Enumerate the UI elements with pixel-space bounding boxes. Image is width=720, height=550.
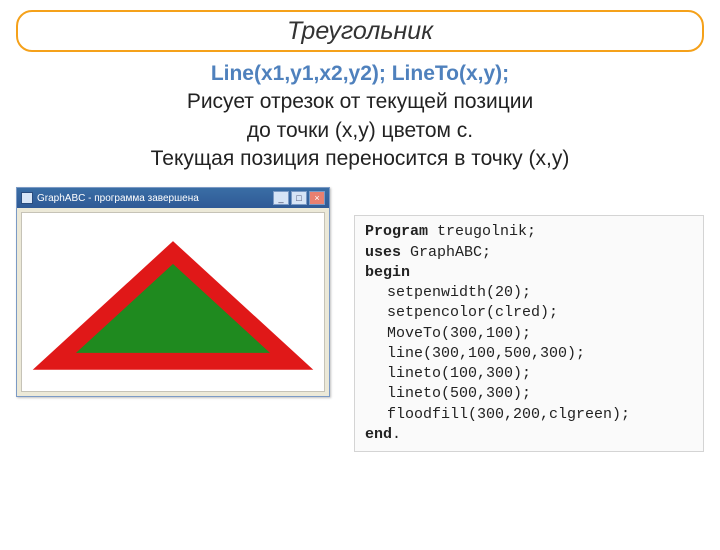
code-listing: Program treugolnik; uses GraphABC; begin… [354,215,704,452]
panels-row: GraphABC - программа завершена _ □ × Pro… [0,187,720,452]
graphabc-window: GraphABC - программа завершена _ □ × [16,187,330,397]
slide-title: Треугольник [287,17,433,46]
minimize-button[interactable]: _ [273,191,289,205]
app-icon [21,192,33,204]
kw-program: Program [365,223,428,240]
code-l9: lineto(500,300); [387,385,531,402]
kw-uses: uses [365,244,401,261]
code-l1b: treugolnik; [428,223,536,240]
slide-title-frame: Треугольник [16,10,704,52]
command-signature: Line(x1,y1,x2,y2); LineTo(x,y); [211,62,509,85]
kw-begin: begin [365,264,410,281]
triangle-drawing [22,213,324,391]
close-button[interactable]: × [309,191,325,205]
code-l2b: GraphABC; [401,244,491,261]
code-l8: lineto(100,300); [387,365,531,382]
window-titlebar: GraphABC - программа завершена _ □ × [17,188,329,208]
desc-line-3: Текущая позиция переносится в точку (x,y… [151,147,570,170]
kw-end: end [365,426,392,443]
window-title: GraphABC - программа завершена [37,193,269,204]
code-l11b: . [392,426,401,443]
triangle-shape [54,253,291,362]
code-l6: MoveTo(300,100); [387,325,531,342]
desc-line-1: Рисует отрезок от текущей позиции [187,90,533,113]
code-l7: line(300,100,500,300); [387,345,585,362]
code-l4: setpenwidth(20); [387,284,531,301]
canvas-area [21,212,325,392]
desc-line-2: до точки (x,y) цветом c. [247,119,473,142]
description-block: Line(x1,y1,x2,y2); LineTo(x,y); Рисует о… [20,60,700,173]
code-l10: floodfill(300,200,clgreen); [387,406,630,423]
maximize-button[interactable]: □ [291,191,307,205]
code-l5: setpencolor(clred); [387,304,558,321]
window-buttons: _ □ × [273,191,325,205]
